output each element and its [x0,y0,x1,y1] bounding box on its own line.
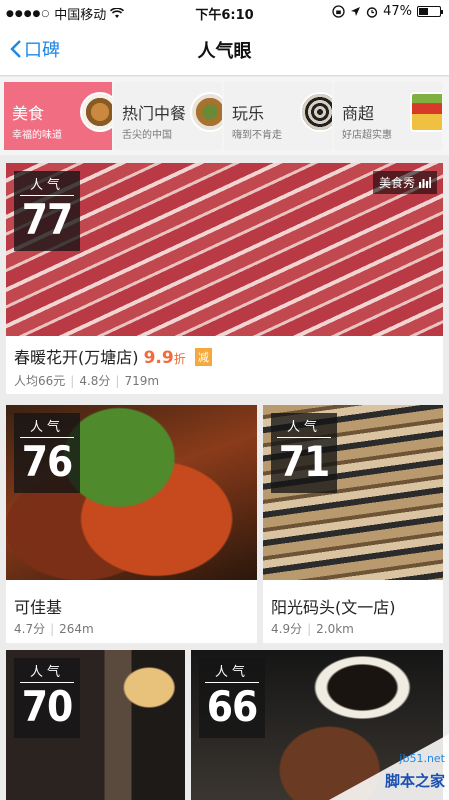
tab-chinese-cuisine[interactable]: 热门中餐 舌尖的中国 [114,82,222,150]
page-title: 人气眼 [197,41,252,62]
distance: 264m [59,622,94,636]
popularity-rank: 76 [21,437,74,486]
rating-score: 4.9分 [271,622,303,636]
restaurant-meta: 4.7分 | 264m [14,622,94,636]
badge-label: 人气 [286,420,321,435]
battery-percent: 47% [383,4,412,19]
popularity-badge: 人气 77 [14,171,80,251]
location-icon [351,7,361,16]
rotation-lock-icon [332,5,345,18]
tab-label: 美食 [12,104,45,123]
featured-restaurant-card[interactable]: 人气 77 美食秀 春暖花开(万塘店) 9.9折 减 人均66元 | 4.8分 | 71… [6,163,443,394]
tab-subtitle: 好店超实惠 [342,130,392,141]
tab-label: 玩乐 [232,104,265,123]
navigation-bar: 口碑 人气眼 [0,24,449,76]
dish-thumbnail [190,92,222,132]
popularity-rank: 70 [21,682,74,731]
watermark-text: 脚本之家 [384,772,445,790]
restaurant-name: 可佳基 [14,598,63,617]
tab-entertainment[interactable]: 玩乐 嗨到不肯走 [224,82,332,150]
rating-score: 4.8分 [79,374,111,388]
food-show-label: 美食秀 [378,176,415,190]
popularity-rank: 66 [206,682,259,731]
tab-food[interactable]: 美食 幸福的味道 [4,82,112,150]
badge-label: 人气 [29,420,64,435]
restaurant-name: 春暖花开(万塘店) [14,348,139,367]
restaurant-name-row: 春暖花开(万塘店) 9.9折 减 [14,344,212,368]
popularity-rank: 77 [21,195,74,244]
battery-icon [417,6,443,17]
category-tabs: 美食 幸福的味道 热门中餐 舌尖的中国 玩乐 嗨到不肯走 商超 好店超实惠 [0,77,449,155]
per-person-price: 人均66元 [14,374,66,388]
rating-score: 4.7分 [14,622,46,636]
watermark-site: jb51.net [399,752,445,765]
status-bar: ●●●●○ 中国移动 下午6:10 47% [0,0,449,24]
popularity-badge: 人气 70 [14,658,80,738]
alarm-icon [366,6,378,18]
restaurant-card[interactable]: 人气 70 [6,650,185,800]
badge-label: 人气 [214,665,249,680]
tab-subtitle: 嗨到不肯走 [232,130,282,141]
restaurant-meta: 4.9分 | 2.0km [271,622,354,636]
discount-unit: 折 [173,352,186,366]
bar-chart-icon [419,177,431,188]
noodle-bowl-thumbnail [80,92,112,132]
site-watermark: jb51.net 脚本之家 [329,734,449,800]
badge-label: 人气 [29,665,64,680]
tab-supermarket[interactable]: 商超 好店超实惠 [334,82,442,150]
food-show-tag[interactable]: 美食秀 [372,171,437,194]
discount-badge: 减 [194,348,212,366]
restaurant-card[interactable]: 人气 71 阳光码头(文一店) 4.9分 | 2.0km [263,405,443,643]
restaurant-name: 阳光码头(文一店) [271,598,396,617]
distance: 2.0km [316,622,354,636]
tab-label: 热门中餐 [122,104,187,123]
shopping-basket-thumbnail [410,92,442,132]
discount-value: 9.9 [143,348,174,368]
distance: 719m [124,374,160,388]
popularity-badge: 人气 76 [14,413,80,493]
popularity-badge: 人气 71 [271,413,337,493]
tab-subtitle: 舌尖的中国 [122,130,172,141]
popularity-rank: 71 [278,437,331,486]
popularity-badge: 人气 66 [199,658,265,738]
tab-label: 商超 [342,104,375,123]
tab-subtitle: 幸福的味道 [12,130,62,141]
restaurant-meta: 人均66元 | 4.8分 | 719m [14,374,160,388]
badge-label: 人气 [29,178,64,193]
dartboard-thumbnail [300,92,332,132]
restaurant-card[interactable]: 人气 76 可佳基 4.7分 | 264m [6,405,257,643]
